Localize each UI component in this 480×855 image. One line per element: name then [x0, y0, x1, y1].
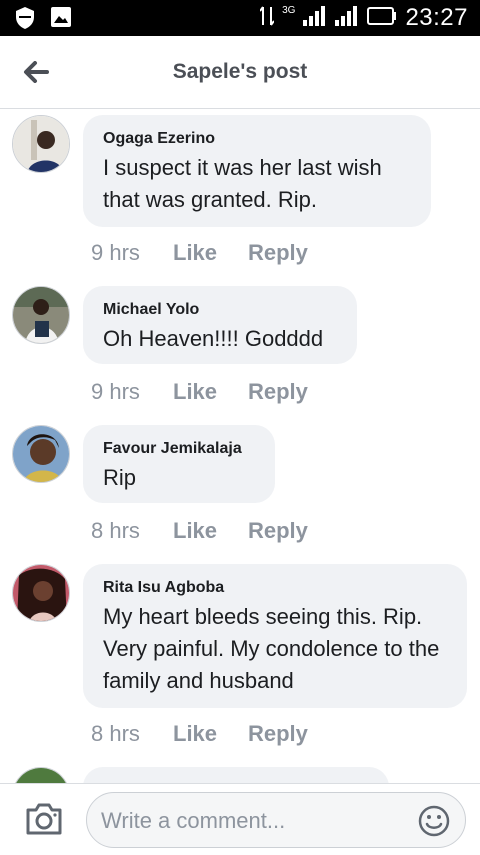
emoji-icon[interactable] — [417, 804, 451, 838]
clock: 23:27 — [405, 4, 468, 31]
signal-strength-icon — [303, 5, 327, 31]
like-button[interactable]: Like — [173, 518, 248, 544]
comment-time: 8 hrs — [91, 518, 140, 543]
comment-author[interactable]: Michael Yolo — [103, 300, 337, 320]
comment-input[interactable] — [99, 803, 403, 839]
battery-icon — [367, 6, 397, 30]
comment-list[interactable]: Ogaga Ezerino I suspect it was her last … — [0, 109, 480, 783]
data-transfer-icon — [259, 5, 275, 32]
like-button[interactable]: Like — [173, 721, 248, 747]
comment-text: My heart bleeds seeing this. Rip. Very p… — [103, 604, 440, 693]
comment-text: I suspect it was her last wish that was … — [103, 155, 382, 212]
like-button[interactable]: Like — [173, 240, 248, 266]
comment-text: Rip — [103, 465, 137, 490]
avatar[interactable] — [12, 767, 70, 783]
reply-button[interactable]: Reply — [248, 721, 308, 747]
page-title: Sapele's post — [172, 60, 308, 83]
comment-time: 9 hrs — [91, 379, 140, 404]
comment-actions: 9 hrs Like Reply — [91, 240, 308, 266]
comment-author[interactable]: Ogaga Ezerino — [103, 129, 411, 149]
like-button[interactable]: Like — [173, 379, 248, 405]
comment-composer — [0, 783, 480, 855]
reply-button[interactable]: Reply — [248, 240, 308, 266]
status-bar: 3G 23:27 — [0, 0, 480, 36]
comment-bubble: Favour Jemikalaja Rip — [83, 425, 275, 503]
reply-button[interactable]: Reply — [248, 379, 308, 405]
signal-strength-icon-2 — [335, 5, 359, 31]
avatar[interactable] — [12, 564, 70, 622]
image-icon — [50, 6, 72, 35]
comment-author[interactable]: Favour Jemikalaja — [103, 439, 255, 459]
comment-bubble: Rita Isu Agboba My heart bleeds seeing t… — [83, 564, 467, 708]
comment-bubble: Ogaga Ezerino I suspect it was her last … — [83, 115, 431, 227]
camera-icon — [26, 803, 62, 835]
comment-bubble — [83, 767, 389, 783]
comment-time: 8 hrs — [91, 721, 140, 746]
post-header: Sapele's post — [0, 36, 480, 109]
comment-actions: 8 hrs Like Reply — [91, 721, 308, 747]
comment-bubble: Michael Yolo Oh Heaven!!!! Godddd — [83, 286, 357, 364]
comment-input-wrapper — [86, 792, 466, 848]
reply-button[interactable]: Reply — [248, 518, 308, 544]
avatar[interactable] — [12, 286, 70, 344]
comment-author[interactable]: Rita Isu Agboba — [103, 578, 447, 598]
camera-button[interactable] — [24, 802, 64, 838]
comment-time: 9 hrs — [91, 240, 140, 265]
avatar[interactable] — [12, 115, 70, 173]
shield-icon — [14, 6, 36, 35]
comment-actions: 9 hrs Like Reply — [91, 379, 308, 405]
avatar[interactable] — [12, 425, 70, 483]
comment-actions: 8 hrs Like Reply — [91, 518, 308, 544]
network-type-label: 3G — [282, 4, 296, 16]
comment-text: Oh Heaven!!!! Godddd — [103, 326, 324, 351]
